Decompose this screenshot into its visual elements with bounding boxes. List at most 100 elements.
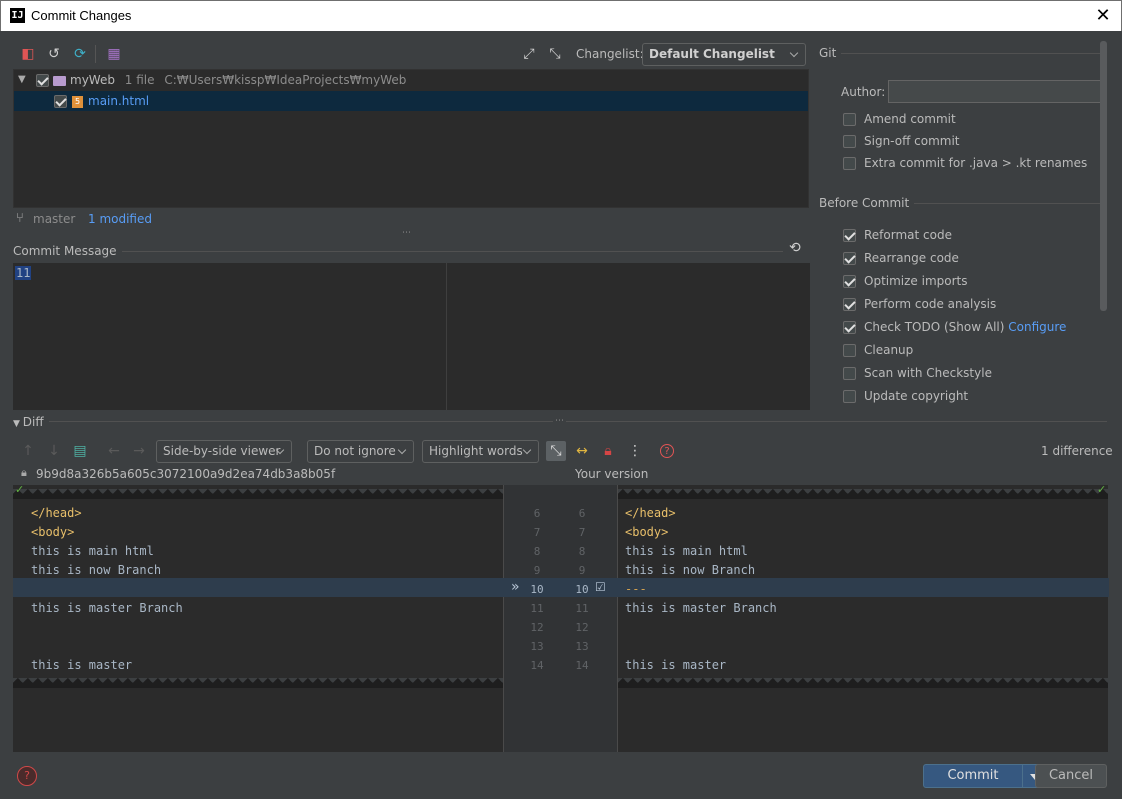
right-line-7: <body> bbox=[625, 525, 669, 539]
viewer-dropdown[interactable]: Side-by-side viewer bbox=[156, 440, 292, 463]
difference-count: 1 difference bbox=[1041, 444, 1113, 458]
ignore-dropdown[interactable]: Do not ignore bbox=[307, 440, 414, 463]
option-optimize-imports[interactable]: Optimize imports bbox=[843, 272, 968, 290]
help-button[interactable]: ? bbox=[17, 766, 37, 786]
author-input[interactable] bbox=[888, 80, 1103, 103]
git-separator bbox=[819, 53, 1107, 54]
right-line-number: 6 bbox=[578, 507, 586, 520]
diff-splitter-handle[interactable]: ⋯ bbox=[553, 416, 566, 426]
option-cleanup[interactable]: Cleanup bbox=[843, 341, 913, 359]
reformat-label: Reformat code bbox=[864, 228, 952, 242]
right-line-number: 9 bbox=[578, 564, 586, 577]
cancel-button[interactable]: Cancel bbox=[1035, 764, 1107, 788]
right-line-6: </head> bbox=[625, 506, 676, 520]
commit-button[interactable]: Commit bbox=[923, 764, 1023, 788]
apply-change-icon[interactable]: » bbox=[511, 579, 520, 595]
sync-scroll-icon[interactable]: ↔ bbox=[572, 441, 592, 461]
refresh-icon[interactable]: ⟳ bbox=[70, 44, 90, 64]
right-line-number: 7 bbox=[578, 526, 586, 539]
help-icon[interactable]: ? bbox=[660, 444, 674, 458]
root-file-count: 1 file bbox=[124, 73, 155, 87]
left-revision-title: 9b9d8a326b5a605c3072100a9d2ea74db3a8b05f bbox=[36, 467, 336, 481]
copyright-checkbox[interactable] bbox=[843, 390, 856, 403]
highlight-dropdown[interactable]: Highlight words bbox=[422, 440, 539, 463]
configure-link[interactable]: Configure bbox=[1008, 320, 1066, 334]
file-checkbox[interactable] bbox=[54, 95, 67, 108]
right-line-8: this is main html bbox=[625, 544, 748, 558]
rearrange-checkbox[interactable] bbox=[843, 252, 856, 265]
close-icon[interactable]: ✕ bbox=[1091, 4, 1115, 28]
reformat-checkbox[interactable] bbox=[843, 229, 856, 242]
rollback-icon[interactable]: ◧ bbox=[18, 44, 38, 64]
extra-commit-checkbox[interactable] bbox=[843, 157, 856, 170]
next-difference-icon[interactable]: ↓ bbox=[44, 441, 64, 461]
group-by-icon[interactable]: ▦ bbox=[104, 44, 124, 64]
expand-all-icon[interactable]: ⤢ bbox=[519, 44, 539, 64]
left-line-number: 12 bbox=[530, 621, 544, 634]
folder-icon bbox=[53, 75, 66, 86]
amend-commit-checkbox[interactable] bbox=[843, 113, 856, 126]
changelist-dropdown[interactable]: Default Changelist bbox=[642, 43, 806, 66]
include-change-checkbox-icon[interactable]: ☑ bbox=[595, 580, 606, 594]
toolbar-divider bbox=[95, 45, 96, 63]
diff-section-toggle[interactable]: ▼ Diff bbox=[13, 415, 49, 429]
right-revision-title: Your version bbox=[575, 467, 649, 481]
title-bar: IJ Commit Changes ✕ bbox=[0, 0, 1122, 31]
commit-message-editor[interactable]: 11 bbox=[13, 263, 810, 410]
previous-file-icon[interactable]: ← bbox=[104, 441, 124, 461]
option-rearrange-code[interactable]: Rearrange code bbox=[843, 249, 959, 267]
modified-count-link[interactable]: 1 modified bbox=[88, 212, 152, 226]
branch-name: master bbox=[33, 212, 76, 226]
author-label: Author: bbox=[841, 85, 886, 99]
left-line-number: 7 bbox=[533, 526, 541, 539]
changes-tree[interactable]: ▼ myWeb 1 file C:₩Users₩kissp₩IdeaProjec… bbox=[13, 69, 809, 208]
diff-right-pane[interactable] bbox=[618, 485, 1108, 752]
checkstyle-checkbox[interactable] bbox=[843, 367, 856, 380]
diff-left-pane[interactable] bbox=[13, 485, 503, 752]
option-amend-commit[interactable]: Amend commit bbox=[843, 110, 956, 128]
amend-commit-label: Amend commit bbox=[864, 112, 956, 126]
left-line-number: 11 bbox=[530, 602, 544, 615]
option-checkstyle[interactable]: Scan with Checkstyle bbox=[843, 364, 992, 382]
right-line-9: this is now Branch bbox=[625, 563, 756, 577]
option-update-copyright[interactable]: Update copyright bbox=[843, 387, 968, 405]
options-scrollbar[interactable] bbox=[1100, 41, 1107, 311]
right-line-number: 10 bbox=[575, 583, 589, 596]
file-name[interactable]: main.html bbox=[88, 94, 149, 108]
commit-message-text[interactable]: 11 bbox=[15, 266, 32, 280]
left-line-number: 14 bbox=[530, 659, 544, 672]
lock-icon[interactable]: 🔒︎ bbox=[598, 441, 618, 461]
chevron-down-icon[interactable]: ▼ bbox=[18, 70, 26, 90]
collapse-unchanged-icon[interactable]: ⤡ bbox=[546, 441, 566, 461]
optimize-imports-checkbox[interactable] bbox=[843, 275, 856, 288]
root-name: myWeb bbox=[70, 73, 115, 87]
triangle-down-icon: ▼ bbox=[13, 419, 23, 429]
option-check-todo[interactable]: Check TODO (Show All) Configure bbox=[843, 318, 1066, 336]
option-extra-commit[interactable]: Extra commit for .java > .kt renames bbox=[843, 154, 1087, 172]
history-icon[interactable]: ↺ bbox=[44, 44, 64, 64]
code-analysis-checkbox[interactable] bbox=[843, 298, 856, 311]
lock-small-icon: 🔒︎ bbox=[21, 466, 27, 479]
tree-row-file[interactable]: 5 main.html bbox=[14, 91, 808, 111]
tree-row-root[interactable]: ▼ myWeb 1 file C:₩Users₩kissp₩IdeaProjec… bbox=[14, 70, 808, 90]
option-sign-off-commit[interactable]: Sign-off commit bbox=[843, 132, 960, 150]
collapse-all-icon[interactable]: ⤡ bbox=[545, 44, 565, 64]
jump-to-source-icon[interactable]: ▤ bbox=[70, 441, 90, 461]
option-code-analysis[interactable]: Perform code analysis bbox=[843, 295, 996, 313]
root-checkbox[interactable] bbox=[36, 74, 49, 87]
splitter-handle[interactable]: ⋯ bbox=[402, 228, 412, 238]
html-file-icon: 5 bbox=[72, 95, 83, 108]
more-options-icon[interactable]: ⋮ bbox=[625, 441, 645, 461]
left-line-6: </head> bbox=[31, 506, 82, 520]
right-line-number: 12 bbox=[575, 621, 589, 634]
cleanup-checkbox[interactable] bbox=[843, 344, 856, 357]
next-file-icon[interactable]: → bbox=[129, 441, 149, 461]
right-line-number: 8 bbox=[578, 545, 586, 558]
check-todo-label: Check TODO (Show All) bbox=[864, 320, 1005, 334]
option-reformat-code[interactable]: Reformat code bbox=[843, 226, 952, 244]
left-line-8: this is main html bbox=[31, 544, 154, 558]
previous-difference-icon[interactable]: ↑ bbox=[18, 441, 38, 461]
sign-off-checkbox[interactable] bbox=[843, 135, 856, 148]
message-history-icon[interactable]: ⟲ bbox=[789, 240, 801, 256]
check-todo-checkbox[interactable] bbox=[843, 321, 856, 334]
